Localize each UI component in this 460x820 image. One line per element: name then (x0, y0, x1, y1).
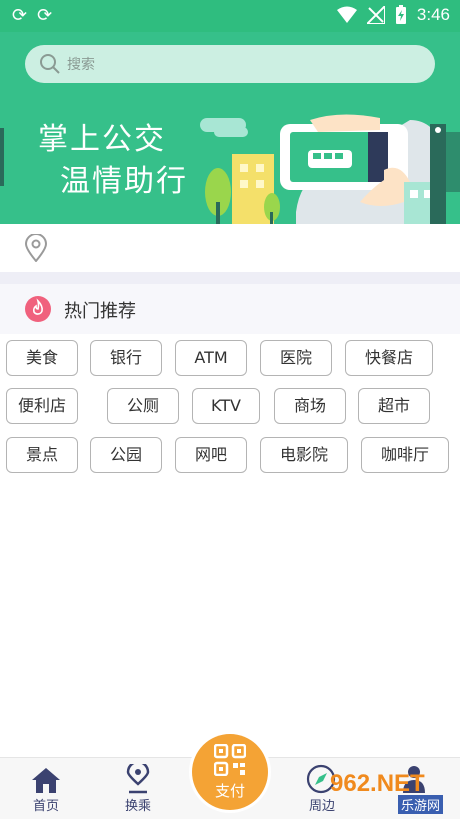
banner-slogan-line1: 掌上公交 (38, 122, 166, 157)
route-icon (126, 764, 150, 794)
tag-mall[interactable]: 商场 (274, 388, 346, 424)
home-icon (32, 768, 60, 793)
qr-code-icon (214, 744, 246, 776)
status-time: 3:46 (416, 5, 450, 24)
pay-label: 支付 (214, 782, 245, 800)
battery-icon (395, 5, 406, 24)
banner-slogan-line2: 温情助行 (60, 164, 188, 199)
tab-home-label: 首页 (32, 799, 59, 814)
banner: 搜索 掌上公交 温情助行 (0, 32, 460, 224)
tab-transfer[interactable]: 换乘 (92, 758, 184, 820)
tag-ktv[interactable]: KTV (192, 388, 260, 424)
tag-bank[interactable]: 银行 (90, 340, 162, 376)
hot-section-header: 热门推荐 (0, 284, 460, 334)
tag-park[interactable]: 公园 (90, 437, 162, 473)
watermark-logo: 962.NET (330, 770, 425, 797)
tag-atm[interactable]: ATM (175, 340, 247, 376)
tag-cafe[interactable]: 咖啡厅 (361, 437, 449, 473)
tag-hospital[interactable]: 医院 (260, 340, 332, 376)
tag-fast-food[interactable]: 快餐店 (345, 340, 433, 376)
tag-cinema[interactable]: 电影院 (260, 437, 348, 473)
sync-icon: ⟳ (37, 5, 53, 26)
status-bar: ⟳ ⟳ 3:46 (0, 0, 460, 32)
tag-supermarket[interactable]: 超市 (358, 388, 430, 424)
tag-toilet[interactable]: 公厕 (107, 388, 179, 424)
tag-convenience-store[interactable]: 便利店 (6, 388, 78, 424)
hot-title: 热门推荐 (64, 301, 136, 322)
search-bar[interactable]: 搜索 (25, 45, 435, 83)
signal-icon (366, 6, 385, 24)
flame-icon (25, 296, 51, 322)
location-row[interactable] (0, 224, 460, 272)
location-pin-icon (24, 234, 48, 262)
tab-home[interactable]: 首页 (0, 758, 92, 820)
section-divider (0, 272, 460, 284)
tag-internet-cafe[interactable]: 网吧 (175, 437, 247, 473)
search-placeholder: 搜索 (67, 57, 95, 73)
tag-food[interactable]: 美食 (6, 340, 78, 376)
wifi-icon (336, 6, 357, 23)
tag-scenic-spot[interactable]: 景点 (6, 437, 78, 473)
search-icon (40, 54, 60, 74)
tab-transfer-label: 换乘 (124, 799, 151, 814)
watermark-text: 乐游网 (398, 795, 444, 814)
pay-button[interactable]: 支付 (192, 734, 268, 810)
sync-icon: ⟳ (12, 5, 28, 26)
